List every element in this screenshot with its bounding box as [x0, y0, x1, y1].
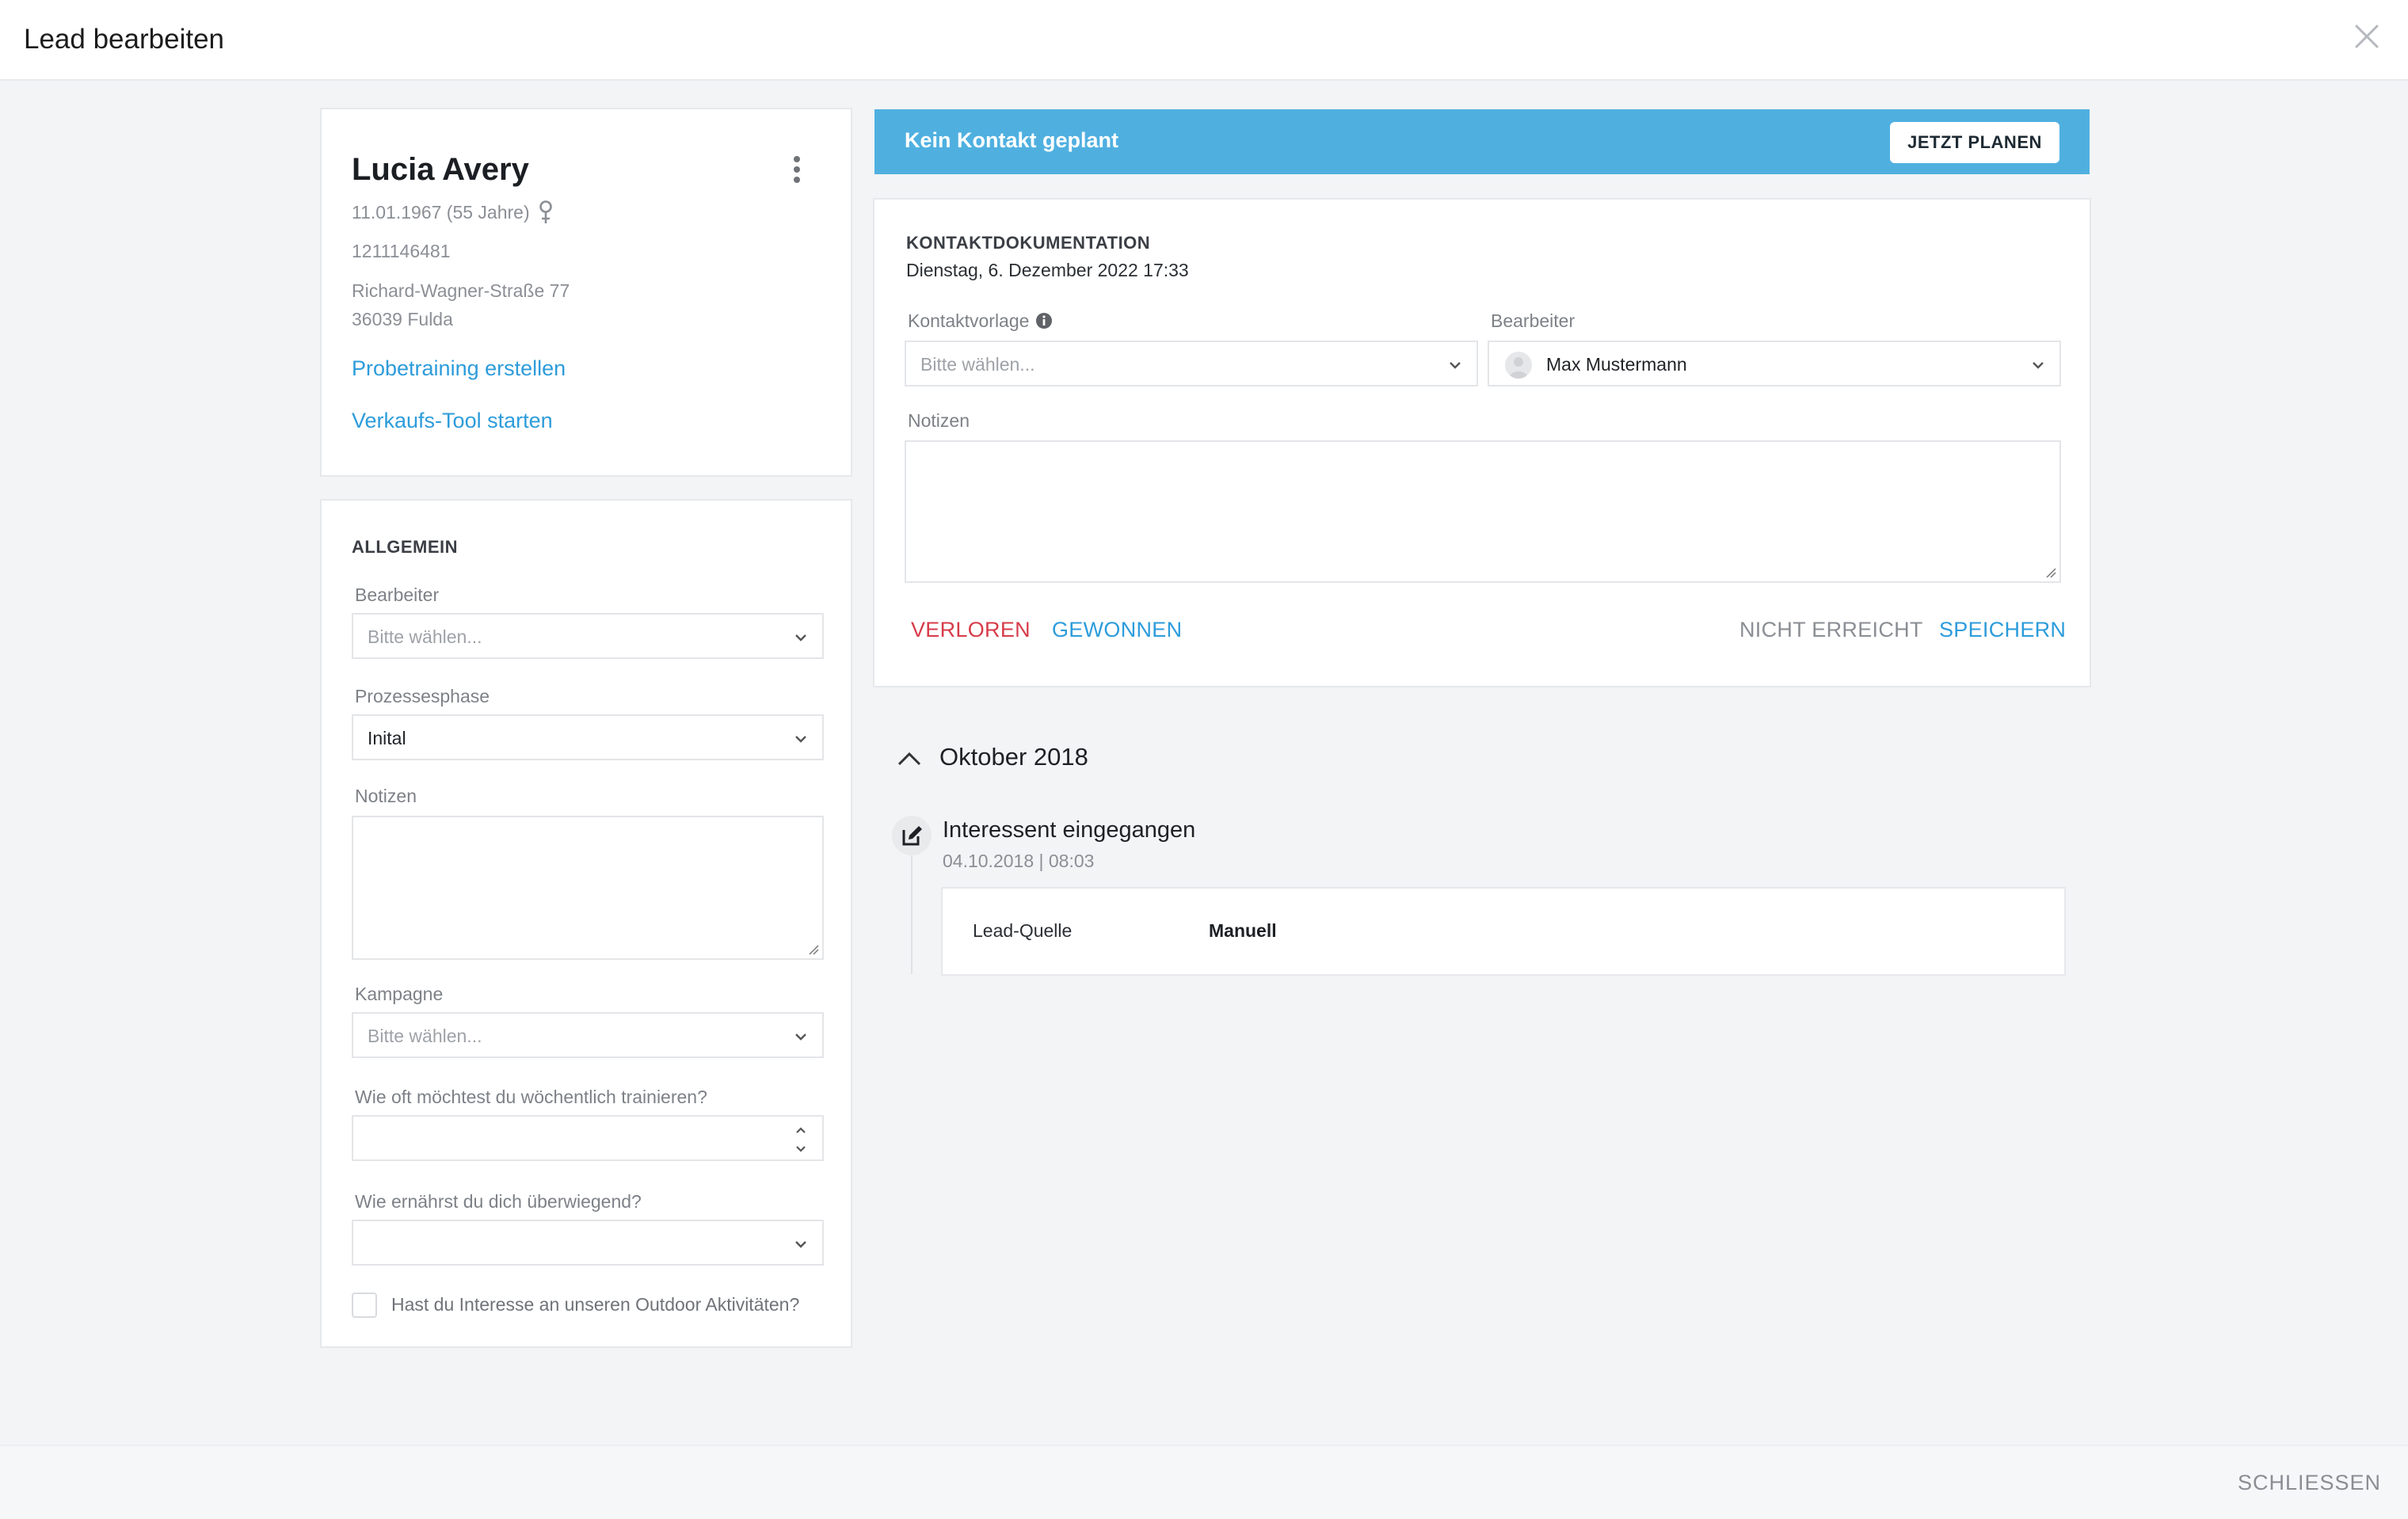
- training-frequency-label: Wie oft möchtest du wöchentlich trainier…: [355, 1087, 707, 1107]
- plan-now-button[interactable]: JETZT PLANEN: [1890, 122, 2059, 163]
- doc-notes-textarea[interactable]: [905, 440, 2061, 583]
- timeline-event-details: Lead-Quelle Manuell: [941, 887, 2066, 976]
- close-modal-button[interactable]: SCHLIESSEN: [2233, 1470, 2386, 1496]
- editor-select[interactable]: Max Mustermann: [1488, 341, 2061, 386]
- more-options-icon[interactable]: [792, 155, 802, 184]
- general-notes-textarea[interactable]: [352, 816, 824, 960]
- address-city: 36039 Fulda: [352, 309, 453, 329]
- timeline-event-date: 04.10.2018 | 08:03: [943, 851, 1095, 871]
- not-reached-button[interactable]: NICHT ERREICHT: [1739, 618, 1923, 642]
- bearbeiter-select[interactable]: Bitte wählen...: [352, 613, 824, 659]
- avatar: [1505, 352, 1532, 379]
- profile-card: Lucia Avery 11.01.1967 (55 Jahre) 121114…: [320, 108, 852, 477]
- contact-doc-title: KONTAKTDOKUMENTATION: [906, 233, 1151, 253]
- mark-won-button[interactable]: GEWONNEN: [1052, 618, 1182, 642]
- address-street: Richard-Wagner-Straße 77: [352, 280, 570, 301]
- nutrition-label: Wie ernährst du dich überwiegend?: [355, 1191, 642, 1212]
- user-avatar-icon: [1509, 357, 1528, 379]
- birth-date: 11.01.1967 (55 Jahre): [352, 200, 554, 225]
- bearbeiter-select-placeholder: Bitte wählen...: [368, 626, 482, 647]
- training-frequency-input[interactable]: [352, 1115, 824, 1161]
- nutrition-select[interactable]: [352, 1220, 824, 1266]
- modal-header: Lead bearbeiten: [0, 0, 2408, 81]
- editor-label: Bearbeiter: [1491, 310, 1575, 331]
- save-button[interactable]: SPEICHERN: [1939, 618, 2066, 642]
- campaign-select[interactable]: Bitte wählen...: [352, 1012, 824, 1058]
- phase-label: Prozessesphase: [355, 686, 490, 706]
- timeline-event-title: Interessent eingegangen: [943, 817, 1196, 843]
- chevron-down-icon: [795, 634, 806, 641]
- modal-title: Lead bearbeiten: [24, 24, 224, 55]
- female-icon: [539, 200, 552, 223]
- birth-date-text: 11.01.1967 (55 Jahre): [352, 202, 530, 223]
- info-icon[interactable]: [1035, 312, 1053, 329]
- phone-number: 1211146481: [352, 241, 451, 261]
- chevron-down-icon: [1450, 362, 1461, 369]
- phase-select-value: Inital: [368, 728, 406, 748]
- outdoor-interest-checkbox[interactable]: [352, 1292, 377, 1318]
- template-label-text: Kontaktvorlage: [908, 310, 1030, 331]
- timeline-month-heading: Oktober 2018: [939, 743, 1088, 771]
- modal-footer: SCHLIESSEN: [0, 1445, 2408, 1519]
- resize-handle-icon[interactable]: [2045, 567, 2056, 578]
- contact-status-text: Kein Kontakt geplant: [905, 128, 1119, 152]
- outdoor-interest-label: Hast du Interesse an unseren Outdoor Akt…: [391, 1294, 800, 1315]
- number-spinner-icon[interactable]: [794, 1123, 808, 1156]
- contact-template-select[interactable]: Bitte wählen...: [905, 341, 1478, 386]
- mark-lost-button[interactable]: VERLOREN: [911, 618, 1031, 642]
- general-card: ALLGEMEIN Bearbeiter Bitte wählen... Pro…: [320, 499, 852, 1348]
- chevron-down-icon: [795, 1241, 806, 1248]
- resize-handle-icon[interactable]: [808, 944, 819, 955]
- notes-label: Notizen: [355, 786, 417, 806]
- create-trial-link[interactable]: Probetraining erstellen: [352, 356, 566, 381]
- lead-name: Lucia Avery: [352, 152, 529, 187]
- lead-source-value: Manuell: [1209, 920, 1277, 941]
- bearbeiter-label: Bearbeiter: [355, 584, 440, 605]
- chevron-down-icon: [795, 736, 806, 743]
- phase-select[interactable]: Inital: [352, 714, 824, 760]
- start-sales-tool-link[interactable]: Verkaufs-Tool starten: [352, 409, 553, 433]
- editor-select-value: Max Mustermann: [1546, 354, 1687, 375]
- general-section-title: ALLGEMEIN: [352, 537, 459, 557]
- contact-status-banner: Kein Kontakt geplant JETZT PLANEN: [874, 109, 2090, 174]
- contact-documentation-card: KONTAKTDOKUMENTATION Dienstag, 6. Dezemb…: [873, 198, 2091, 687]
- edit-icon: [902, 826, 922, 846]
- campaign-label: Kampagne: [355, 984, 444, 1004]
- contact-template-placeholder: Bitte wählen...: [920, 354, 1035, 375]
- contact-doc-date: Dienstag, 6. Dezember 2022 17:33: [906, 260, 1189, 280]
- chevron-down-icon: [2033, 362, 2044, 369]
- chevron-down-icon: [795, 1034, 806, 1041]
- template-label: Kontaktvorlage: [908, 310, 1053, 332]
- timeline-event-marker: [892, 816, 932, 855]
- chevron-up-icon[interactable]: [895, 744, 924, 773]
- close-icon[interactable]: [2353, 22, 2381, 51]
- doc-notes-label: Notizen: [908, 410, 970, 431]
- campaign-select-placeholder: Bitte wählen...: [368, 1026, 482, 1046]
- timeline-line: [911, 855, 913, 974]
- lead-source-label: Lead-Quelle: [973, 920, 1073, 941]
